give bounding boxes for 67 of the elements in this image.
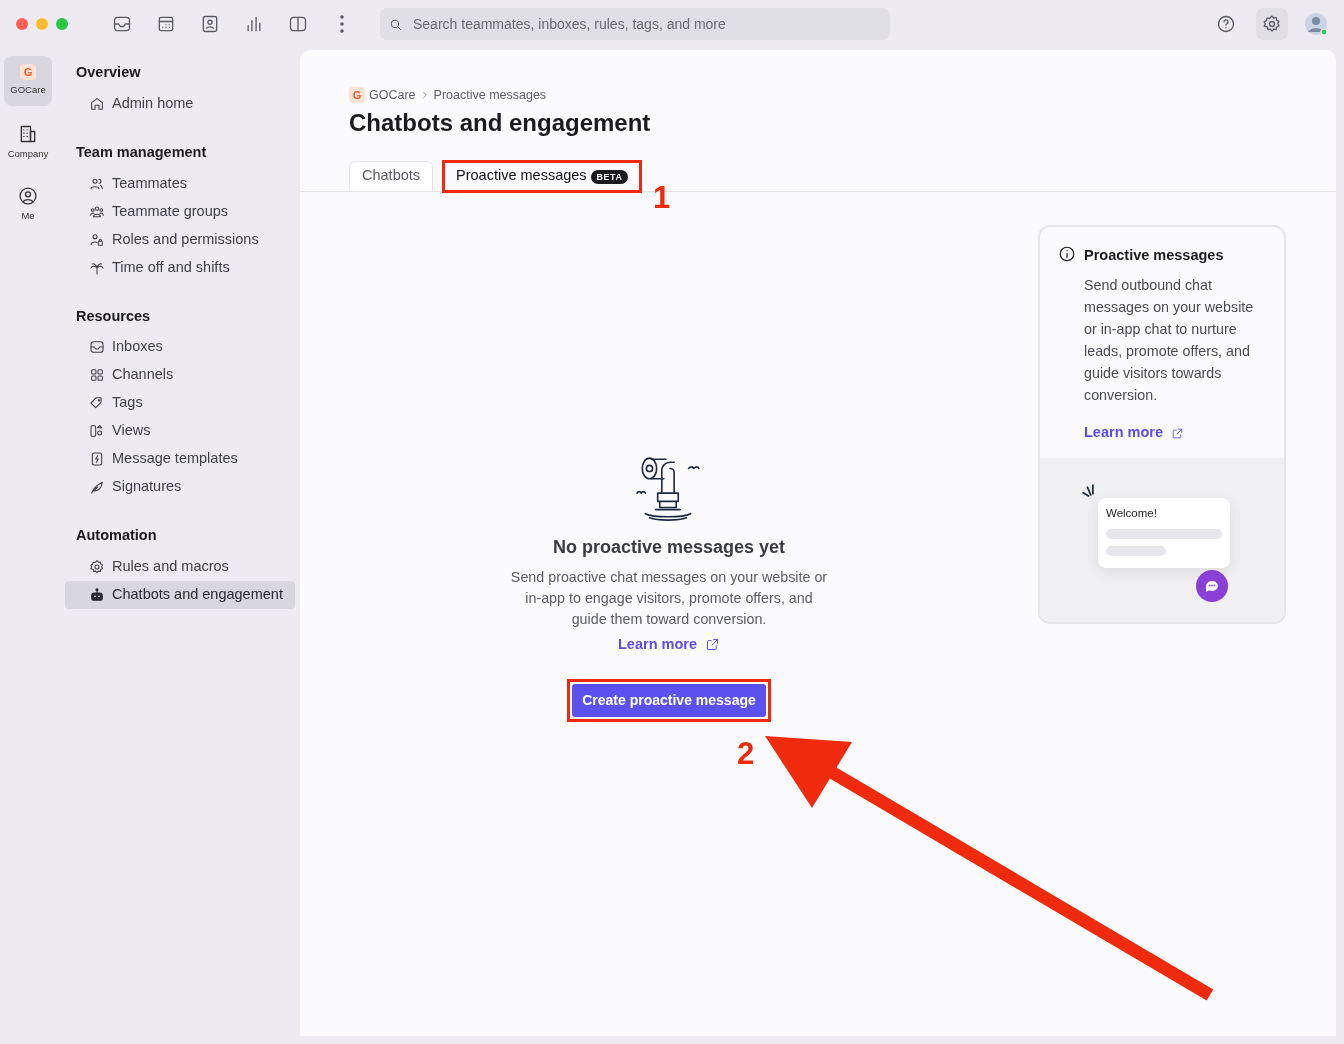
sidebar-item[interactable]: Roles and permissions bbox=[65, 225, 295, 254]
section-heading: Automation bbox=[75, 526, 158, 546]
external-link-icon bbox=[705, 636, 720, 652]
sidebar-item[interactable]: Teammates bbox=[65, 169, 295, 198]
info-icon bbox=[1058, 244, 1076, 263]
section-heading: Resources bbox=[75, 306, 152, 326]
search-field[interactable]: Search teammates, inboxes, rules, tags, and more bbox=[380, 8, 890, 40]
feather-icon bbox=[89, 479, 105, 496]
settings-button[interactable] bbox=[1256, 8, 1288, 40]
sidebar-item[interactable]: Teammate groups bbox=[65, 197, 295, 226]
section-heading: Team management bbox=[75, 142, 208, 162]
user-icon bbox=[18, 186, 38, 207]
workspace-button[interactable]: Me bbox=[4, 180, 52, 230]
gear-icon bbox=[89, 559, 105, 575]
sidebar-item[interactable]: Tags bbox=[65, 389, 295, 418]
bolt-icon bbox=[89, 451, 105, 468]
empty-state-title: No proactive messages yet bbox=[551, 535, 787, 559]
breadcrumb-link[interactable]: GOCare bbox=[369, 86, 416, 105]
chat-launcher-icon[interactable] bbox=[1196, 570, 1228, 603]
sidebar-item[interactable]: Inboxes bbox=[65, 333, 295, 362]
section-heading: Overview bbox=[75, 63, 142, 82]
learn-more-link[interactable]: Learn more bbox=[1084, 422, 1184, 445]
search-field[interactable]: Search teammates, inboxes, rules, tags, and more bbox=[411, 12, 882, 36]
info-card-text: Send outbound chat messages on your website or in-app chat to nurture leads, promote offers, and guide visitors towards conversion. bbox=[1084, 276, 1255, 406]
robot-icon bbox=[89, 587, 105, 603]
create-proactive-message-button[interactable]: Create proactive message bbox=[572, 684, 766, 718]
home-icon bbox=[89, 95, 105, 112]
sidebar-item[interactable]: Time off and shifts bbox=[65, 253, 295, 282]
help-icon bbox=[1216, 14, 1236, 34]
learn-more-link[interactable]: Learn more bbox=[618, 633, 720, 656]
sidebar-item[interactable]: Message templates bbox=[65, 445, 295, 474]
sidebar-item[interactable]: Channels bbox=[65, 361, 295, 390]
tab[interactable]: Proactive messages BETA bbox=[450, 164, 635, 189]
window-close-button[interactable] bbox=[16, 18, 28, 30]
workspace-logo: G bbox=[349, 87, 365, 104]
user-lock-icon bbox=[89, 231, 105, 248]
inbox-icon bbox=[89, 339, 105, 356]
annotation-number: 2 bbox=[737, 738, 755, 769]
annotation-number: 1 bbox=[653, 182, 671, 213]
more-icon bbox=[340, 15, 344, 33]
workspace-button[interactable]: G GOCare bbox=[4, 56, 52, 106]
empty-state-text: Send proactive chat messages on your website or in-app to engage visitors, promote offers, and guide them toward conversion. bbox=[509, 567, 829, 629]
calendar-icon bbox=[156, 14, 176, 34]
sparkle-icon bbox=[1082, 484, 1094, 498]
views-icon bbox=[89, 423, 105, 440]
external-link-icon bbox=[1171, 426, 1184, 440]
beta-badge: BETA bbox=[590, 170, 629, 185]
avatar[interactable] bbox=[1304, 12, 1328, 36]
contact-card-icon bbox=[200, 14, 220, 34]
text-placeholder bbox=[1106, 546, 1166, 557]
grid-icon bbox=[89, 367, 105, 384]
breadcrumb-link[interactable]: Proactive messages bbox=[433, 86, 547, 105]
sidebar-item[interactable]: Views bbox=[65, 417, 295, 446]
inbox-icon bbox=[112, 14, 132, 34]
building-icon bbox=[18, 124, 38, 145]
workspace-button[interactable]: Company bbox=[4, 118, 52, 168]
chat-greeting: Welcome! bbox=[1106, 506, 1158, 522]
workspace-logo: G bbox=[20, 64, 36, 81]
sidebar-item[interactable]: Rules and macros bbox=[65, 553, 295, 581]
sidebar-item[interactable]: Admin home bbox=[65, 89, 295, 118]
sidebar-item[interactable]: Signatures bbox=[65, 473, 295, 502]
settings-icon bbox=[1262, 14, 1282, 34]
page-title: Chatbots and engagement bbox=[349, 108, 652, 138]
sidebar-item[interactable]: Chatbots and engagement bbox=[65, 581, 295, 609]
tab[interactable]: Chatbots bbox=[349, 160, 434, 191]
info-card-title: Proactive messages bbox=[1084, 245, 1225, 265]
split-panel-icon bbox=[288, 14, 308, 34]
